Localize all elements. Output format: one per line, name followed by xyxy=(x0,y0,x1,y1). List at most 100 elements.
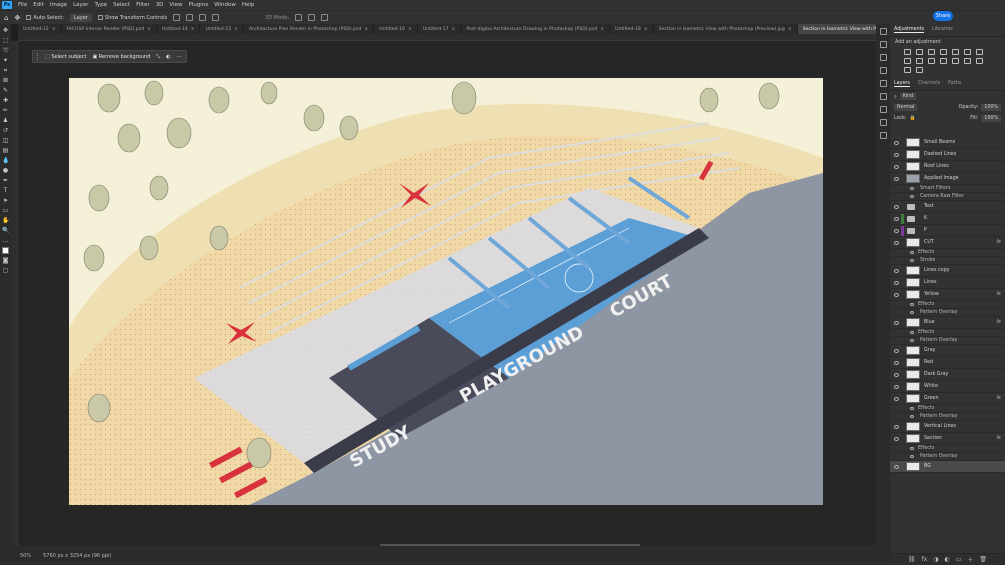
distribute-icon[interactable] xyxy=(212,14,220,21)
layer-row[interactable]: Gray xyxy=(890,345,1005,357)
selective-color-icon[interactable] xyxy=(916,67,923,73)
vibrance-icon[interactable] xyxy=(952,49,959,55)
menu-3d[interactable]: 3D xyxy=(153,2,167,8)
select-subject-button[interactable]: ⬚ Select subject xyxy=(45,54,86,60)
visibility-eye-icon[interactable] xyxy=(894,268,899,273)
gradient-map-icon[interactable] xyxy=(904,67,911,73)
document-tab[interactable]: Untitled-18 × xyxy=(610,24,654,34)
show-transform-checkbox[interactable]: Show Transform Controls xyxy=(97,14,167,21)
bw-icon[interactable] xyxy=(904,58,911,64)
visibility-eye-icon[interactable] xyxy=(894,372,899,377)
layer-effect-row[interactable]: Smart Filters xyxy=(890,185,1005,193)
layer-row[interactable]: Lines copy xyxy=(890,265,1005,277)
layer-row[interactable]: Vertical Lines xyxy=(890,421,1005,433)
layer-row[interactable]: Green fx xyxy=(890,393,1005,405)
visibility-eye-icon[interactable] xyxy=(894,292,899,297)
properties-icon[interactable] xyxy=(879,67,887,74)
healing-brush-icon[interactable]: ✚ xyxy=(2,97,9,104)
align-right-icon[interactable] xyxy=(199,14,207,21)
document-tab[interactable]: Untitled-14 × xyxy=(157,24,201,34)
hue-icon[interactable] xyxy=(964,49,971,55)
layer-row[interactable]: Roof Lines xyxy=(890,161,1005,173)
posterize-icon[interactable] xyxy=(964,58,971,64)
zoom-tool-icon[interactable]: 🔍 xyxy=(2,227,9,234)
info-icon[interactable] xyxy=(879,54,887,61)
visibility-eye-icon[interactable] xyxy=(894,320,899,325)
layer-row[interactable]: Section fx xyxy=(890,433,1005,445)
mask-add-icon[interactable]: ◑ xyxy=(933,556,938,563)
adjustment-add-icon[interactable]: ◐ xyxy=(944,556,949,563)
tab-channels[interactable]: Channels xyxy=(918,81,940,87)
magic-wand-icon[interactable]: ✦ xyxy=(2,57,9,64)
threshold-icon[interactable] xyxy=(976,58,983,64)
layer-effect-row[interactable]: Pattern Overlay xyxy=(890,413,1005,421)
visibility-eye-icon[interactable] xyxy=(894,164,899,169)
document-tab[interactable]: Post-digital Architecture Drawing in Pho… xyxy=(461,24,611,34)
zoom-level[interactable]: 50% xyxy=(20,553,31,559)
fill-input[interactable]: 100% xyxy=(981,115,1001,122)
curves-icon[interactable] xyxy=(928,49,935,55)
layer-row[interactable]: Applied Image xyxy=(890,173,1005,185)
history-brush-icon[interactable]: ↺ xyxy=(2,127,9,134)
menu-filter[interactable]: Filter xyxy=(133,2,153,8)
visibility-eye-icon[interactable] xyxy=(894,240,899,245)
document-tab[interactable]: FACUSP Interior Render (PSD).psd × xyxy=(62,24,157,34)
orbit-icon[interactable] xyxy=(295,14,303,21)
layer-row[interactable]: Blue fx xyxy=(890,317,1005,329)
photo-filter-icon[interactable] xyxy=(916,58,923,64)
effect-visibility-eye-icon[interactable] xyxy=(910,447,914,450)
close-icon[interactable]: × xyxy=(408,27,412,32)
menu-file[interactable]: File xyxy=(15,2,30,8)
effect-visibility-eye-icon[interactable] xyxy=(910,339,914,342)
more-tools-icon[interactable]: … xyxy=(2,237,9,244)
close-icon[interactable]: × xyxy=(600,27,604,32)
invert-icon[interactable] xyxy=(952,58,959,64)
layer-effect-row[interactable]: Effects xyxy=(890,405,1005,413)
lock-icon[interactable]: 🔒 xyxy=(910,116,916,121)
comments-icon[interactable] xyxy=(879,41,887,48)
layer-row[interactable]: Dashed Lines xyxy=(890,149,1005,161)
layer-effect-row[interactable]: Stroke xyxy=(890,257,1005,265)
clone-stamp-icon[interactable]: ♟ xyxy=(2,117,9,124)
kind-filter[interactable]: Kind xyxy=(899,93,917,100)
effect-visibility-eye-icon[interactable] xyxy=(910,259,914,262)
marquee-tool-icon[interactable]: ⬚ xyxy=(2,37,9,44)
effect-visibility-eye-icon[interactable] xyxy=(910,187,914,190)
paths-icon[interactable] xyxy=(879,132,887,139)
document-tab[interactable]: Untitled-17 × xyxy=(418,24,462,34)
fx-icon[interactable]: fx xyxy=(996,240,1001,245)
link-icon[interactable]: ⛓ xyxy=(908,556,916,563)
frame-tool-icon[interactable]: ⊠ xyxy=(2,77,9,84)
quick-mask-icon[interactable]: ◙ xyxy=(2,257,9,264)
layer-row[interactable]: Lines xyxy=(890,277,1005,289)
close-icon[interactable]: × xyxy=(147,27,151,32)
brush-tool-icon[interactable]: ✏ xyxy=(2,107,9,114)
menu-select[interactable]: Select xyxy=(110,2,133,8)
visibility-eye-icon[interactable] xyxy=(894,396,899,401)
align-center-icon[interactable] xyxy=(186,14,194,21)
layer-row[interactable]: White xyxy=(890,381,1005,393)
layer-effect-row[interactable]: Effects xyxy=(890,249,1005,257)
close-icon[interactable]: × xyxy=(191,27,195,32)
layer-effect-row[interactable]: Effects xyxy=(890,329,1005,337)
styles-icon[interactable] xyxy=(879,119,887,126)
more-options-icon[interactable]: ⋯ xyxy=(177,54,182,60)
effect-visibility-eye-icon[interactable] xyxy=(910,251,914,254)
document-tab[interactable]: Section in Isometric View with Photoshop… xyxy=(654,24,798,34)
visibility-eye-icon[interactable] xyxy=(894,280,899,285)
opacity-input[interactable]: 100% xyxy=(981,104,1001,111)
tab-layers[interactable]: Layers xyxy=(894,81,910,87)
tab-adjustments[interactable]: Adjustments xyxy=(894,27,925,33)
group-icon[interactable]: ▭ xyxy=(956,556,962,563)
document-canvas[interactable]: STUDY PLAYGROUND COURT xyxy=(69,78,823,505)
path-select-icon[interactable]: ➤ xyxy=(2,197,9,204)
foreground-color-swatch[interactable] xyxy=(2,247,9,254)
layer-effect-row[interactable]: Effects xyxy=(890,301,1005,309)
menu-layer[interactable]: Layer xyxy=(70,2,91,8)
layer-effect-row[interactable]: Pattern Overlay xyxy=(890,453,1005,461)
brushes-icon[interactable] xyxy=(879,80,887,87)
color-icon[interactable] xyxy=(879,106,887,113)
layer-effect-row[interactable]: Camera Raw Filter xyxy=(890,193,1005,201)
align-left-icon[interactable] xyxy=(173,14,181,21)
auto-select-checkbox[interactable]: Auto-Select: xyxy=(26,14,64,21)
